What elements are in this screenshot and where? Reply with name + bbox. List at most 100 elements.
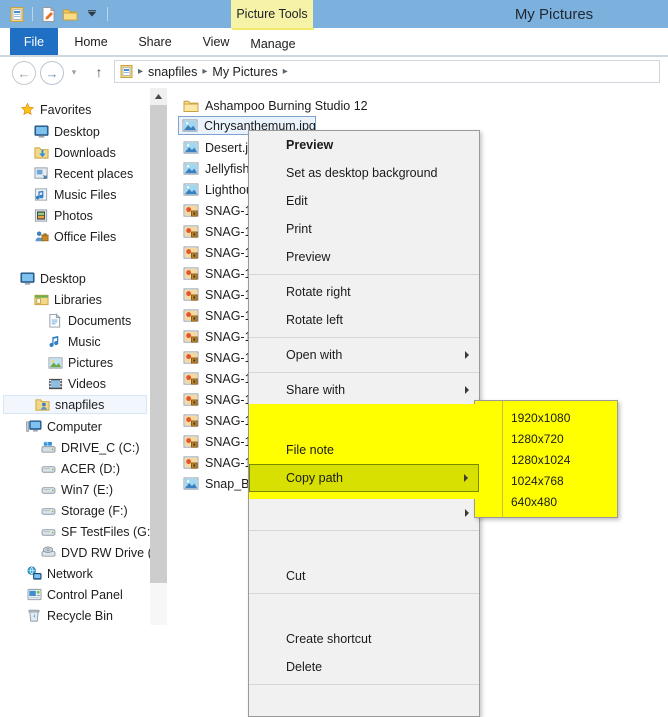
image-file-icon bbox=[182, 161, 200, 177]
sidebar-item-snapfiles[interactable]: snapfiles bbox=[3, 395, 147, 414]
image-file-icon bbox=[182, 140, 200, 156]
sidebar-item-photos[interactable]: Photos bbox=[32, 206, 142, 225]
sidebar-item-label: Control Panel bbox=[47, 587, 123, 602]
submenu-item-1920x1080[interactable]: 1920x1080 bbox=[475, 407, 617, 428]
office-folder-icon bbox=[32, 229, 50, 245]
menu-item-copy[interactable]: Cut bbox=[249, 562, 479, 590]
new-folder-icon[interactable] bbox=[37, 3, 59, 25]
sidebar-item-drive-c[interactable]: DRIVE_C (C:) bbox=[39, 438, 149, 457]
menu-item-set-as-desktop-background[interactable]: Set as desktop background bbox=[249, 159, 479, 187]
videos-icon bbox=[46, 376, 64, 392]
file-name: Ashampoo Burning Studio 12 bbox=[205, 98, 368, 113]
sidebar-item-recycle-bin[interactable]: Recycle Bin bbox=[25, 606, 145, 625]
menu-item-edit[interactable]: Edit bbox=[249, 187, 479, 215]
libraries-icon bbox=[32, 292, 50, 308]
system-drive-icon bbox=[39, 440, 57, 456]
menu-item-rename[interactable]: Delete bbox=[249, 653, 479, 681]
navigation-pane-scrollbar[interactable] bbox=[150, 88, 167, 625]
pictures-icon bbox=[46, 355, 64, 371]
menu-separator bbox=[249, 274, 479, 275]
scrollbar-thumb[interactable] bbox=[150, 105, 167, 583]
breadcrumb[interactable]: ▸ snapfiles ▸ My Pictures ▸ bbox=[114, 60, 660, 83]
sidebar-item-computer[interactable]: Computer bbox=[25, 417, 145, 436]
sidebar-item-dvd-drive[interactable]: DVD RW Drive ( bbox=[39, 543, 150, 562]
image-file-icon bbox=[182, 476, 200, 492]
snagit-file-icon bbox=[182, 245, 200, 261]
snagit-file-icon bbox=[182, 455, 200, 471]
up-button[interactable]: ↑ bbox=[90, 62, 108, 82]
snagit-file-icon bbox=[182, 371, 200, 387]
menu-item-delete[interactable]: Create shortcut bbox=[249, 625, 479, 653]
list-item[interactable]: Ashampoo Burning Studio 12 bbox=[180, 96, 412, 115]
menu-item-rotate-right[interactable]: Rotate right bbox=[249, 278, 479, 306]
recent-locations-icon[interactable]: ▾ bbox=[68, 66, 80, 78]
forward-button[interactable]: → bbox=[40, 61, 64, 85]
drive-icon bbox=[39, 482, 57, 498]
menu-item-label: Open with bbox=[286, 348, 343, 362]
chevron-right-icon bbox=[465, 386, 469, 394]
chevron-right-icon bbox=[465, 509, 469, 517]
menu-item-preview[interactable]: Preview bbox=[249, 243, 479, 271]
sidebar-item-downloads[interactable]: Downloads bbox=[32, 143, 142, 162]
menu-item-preview-bold[interactable]: Preview bbox=[249, 131, 479, 159]
address-bar: ← → ▾ ↑ ▸ snapfiles ▸ My Pictures ▸ bbox=[0, 57, 668, 87]
menu-item-rotate-left[interactable]: Rotate left bbox=[249, 306, 479, 334]
menu-item-properties[interactable] bbox=[249, 688, 479, 716]
sidebar-item-libraries[interactable]: Libraries bbox=[32, 290, 147, 309]
menu-item-open-with[interactable]: Open with bbox=[249, 341, 479, 369]
menu-item-create-shortcut[interactable] bbox=[249, 597, 479, 625]
menu-item-send-to[interactable] bbox=[249, 499, 479, 527]
sidebar-item-label: Music bbox=[68, 334, 101, 349]
breadcrumb-sep-1[interactable]: ▸ bbox=[201, 66, 208, 77]
open-folder-icon[interactable] bbox=[59, 3, 81, 25]
breadcrumb-item-my-pictures[interactable]: My Pictures bbox=[208, 65, 281, 79]
properties-icon[interactable] bbox=[6, 3, 28, 25]
sidebar-item-music-files[interactable]: Music Files bbox=[32, 185, 142, 204]
sidebar-item-desktop[interactable]: Desktop bbox=[32, 122, 142, 141]
menu-item-resize-image[interactable]: Copy path bbox=[249, 464, 479, 492]
back-button[interactable]: ← bbox=[12, 61, 36, 85]
breadcrumb-item-snapfiles[interactable]: snapfiles bbox=[144, 65, 201, 79]
snagit-file-icon bbox=[182, 203, 200, 219]
sidebar-item-music[interactable]: Music bbox=[46, 332, 146, 351]
sidebar-item-favorites[interactable]: Favorites bbox=[18, 100, 138, 119]
tab-file[interactable]: File bbox=[10, 28, 58, 55]
sidebar-item-drive-d[interactable]: ACER (D:) bbox=[39, 459, 149, 478]
menu-item-copy-path[interactable]: File note bbox=[249, 436, 479, 464]
desktop-icon bbox=[18, 271, 36, 287]
customize-dropdown-icon[interactable] bbox=[81, 3, 103, 25]
breadcrumb-sep-2[interactable]: ▸ bbox=[282, 66, 289, 77]
scroll-up-arrow-icon[interactable] bbox=[150, 88, 167, 105]
submenu-item-1280x1024[interactable]: 1280x1024 bbox=[475, 449, 617, 470]
sidebar-item-drive-g[interactable]: SF TestFiles (G:) bbox=[39, 522, 150, 541]
sidebar-item-documents[interactable]: Documents bbox=[46, 311, 146, 330]
sidebar-item-drive-e[interactable]: Win7 (E:) bbox=[39, 480, 149, 499]
sidebar-item-label: Storage (F:) bbox=[61, 503, 128, 518]
sidebar-item-network[interactable]: Network bbox=[25, 564, 145, 583]
qat-separator-2 bbox=[107, 7, 108, 21]
tab-home[interactable]: Home bbox=[58, 28, 124, 55]
menu-item-print[interactable]: Print bbox=[249, 215, 479, 243]
sidebar-item-desktop-root[interactable]: Desktop bbox=[18, 269, 138, 288]
sidebar-item-label: Libraries bbox=[54, 292, 102, 307]
submenu-item-1280x720[interactable]: 1280x720 bbox=[475, 428, 617, 449]
menu-item-file-note[interactable] bbox=[249, 408, 479, 436]
snagit-file-icon bbox=[182, 308, 200, 324]
window-title: My Pictures bbox=[514, 5, 594, 23]
sidebar-item-office-files[interactable]: Office Files bbox=[32, 227, 147, 246]
contextual-tools-label: Picture Tools bbox=[231, 0, 313, 28]
menu-item-share-with[interactable]: Share with bbox=[249, 376, 479, 404]
snagit-file-icon bbox=[182, 434, 200, 450]
submenu-item-1024x768[interactable]: 1024x768 bbox=[475, 470, 617, 491]
sidebar-item-recent-places[interactable]: Recent places bbox=[32, 164, 147, 183]
submenu-item-640x480[interactable]: 640x480 bbox=[475, 491, 617, 512]
sidebar-item-pictures[interactable]: Pictures bbox=[46, 353, 146, 372]
optical-drive-icon bbox=[39, 545, 57, 561]
sidebar-item-videos[interactable]: Videos bbox=[46, 374, 146, 393]
sidebar-item-control-panel[interactable]: Control Panel bbox=[25, 585, 145, 604]
drive-icon bbox=[39, 524, 57, 540]
tab-share[interactable]: Share bbox=[124, 28, 186, 55]
tab-manage[interactable]: Manage bbox=[232, 28, 314, 57]
sidebar-item-drive-f[interactable]: Storage (F:) bbox=[39, 501, 149, 520]
menu-item-cut[interactable] bbox=[249, 534, 479, 562]
